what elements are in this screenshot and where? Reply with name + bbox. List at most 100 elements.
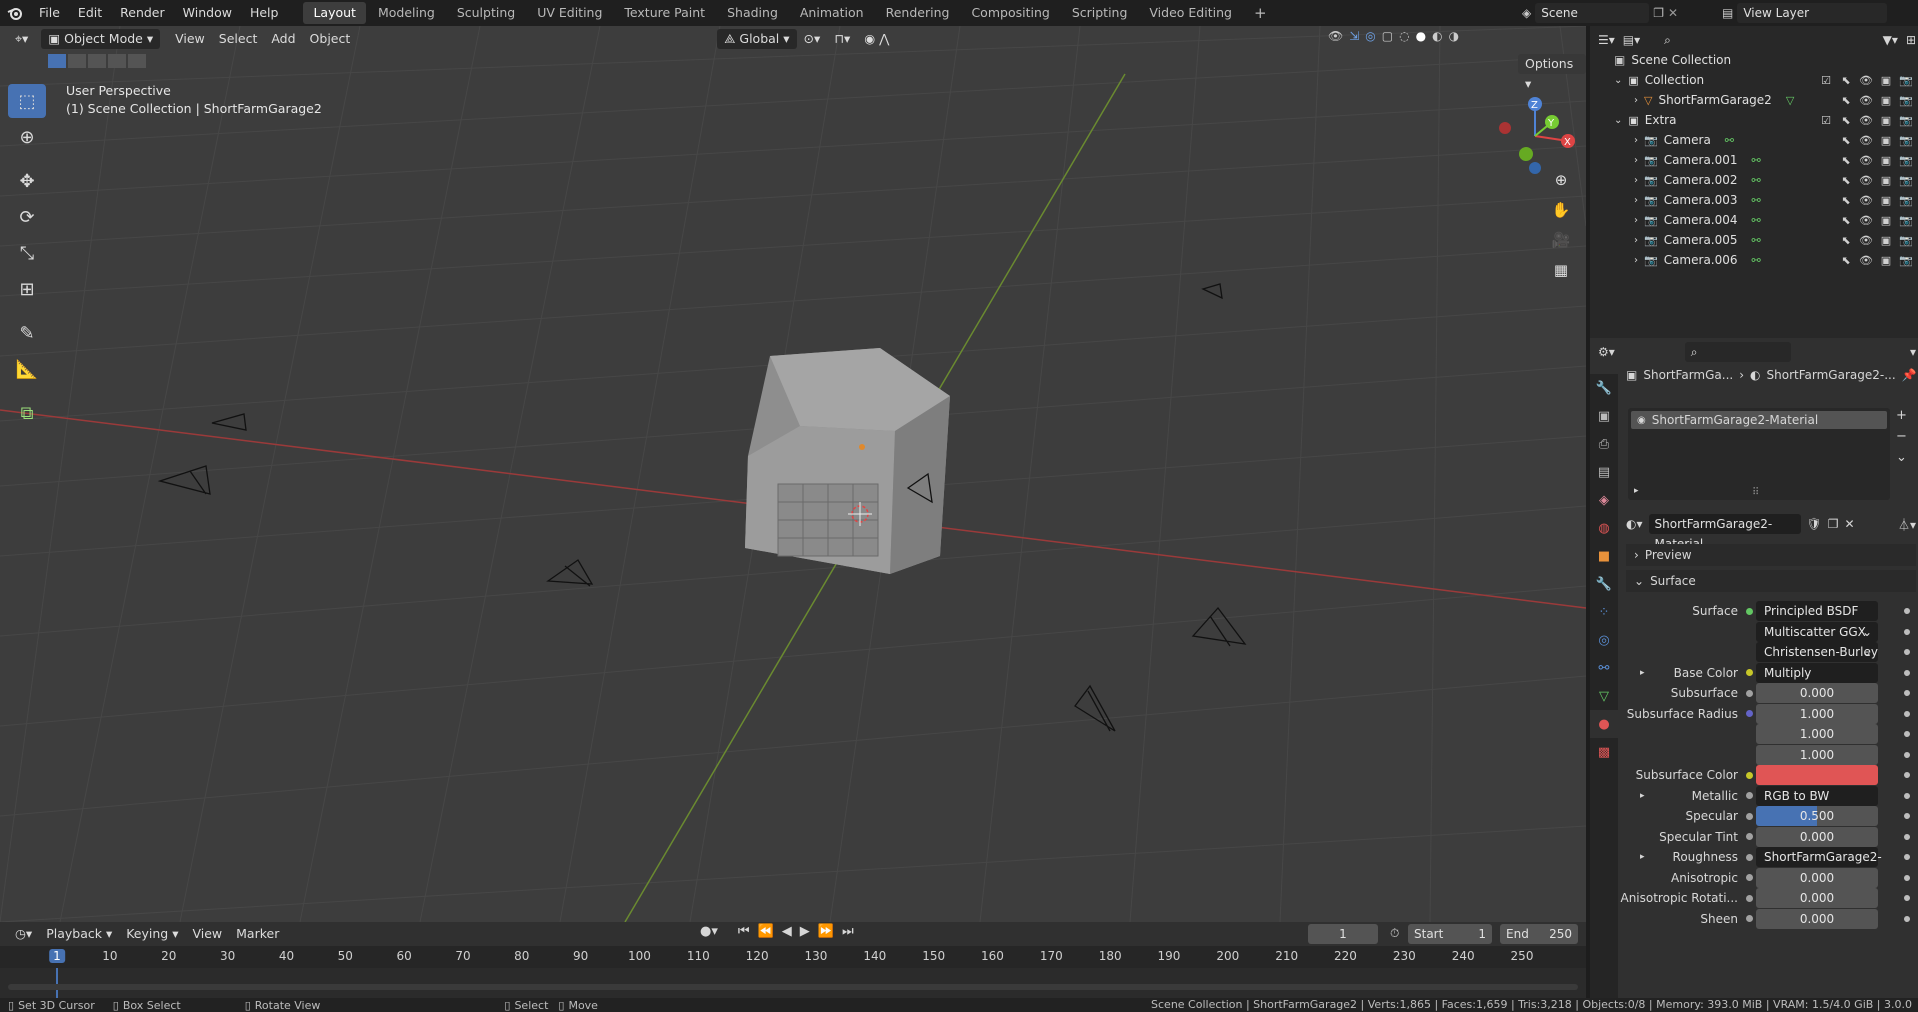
- socket-dot-icon[interactable]: [1746, 607, 1753, 615]
- camera-data-icon[interactable]: ⚯: [1752, 174, 1761, 187]
- timeline-menu-keying[interactable]: Keying ▾: [119, 924, 185, 944]
- collapse-arrow-icon[interactable]: ⌄: [1614, 75, 1622, 86]
- property-field[interactable]: Principled BSDF: [1756, 601, 1878, 621]
- property-field[interactable]: 1.000: [1756, 744, 1878, 765]
- editor-type-button[interactable]: ⌖▾: [8, 29, 35, 49]
- visibility-eye-icon[interactable]: 👁: [1858, 74, 1874, 87]
- scene-close-icon[interactable]: ✕: [1668, 6, 1678, 20]
- socket-dot-icon[interactable]: [1746, 771, 1753, 779]
- exclude-checkbox-icon[interactable]: ☑: [1818, 74, 1834, 87]
- camera-view-icon[interactable]: 🎥: [1547, 226, 1575, 254]
- resize-handle-icon[interactable]: ⠿: [1752, 487, 1759, 498]
- record-icon[interactable]: ●▾: [700, 924, 718, 939]
- visibility-eye-icon[interactable]: 👁: [1858, 134, 1874, 147]
- particles-tab-icon[interactable]: ⁘: [1590, 598, 1618, 626]
- cursor-tool-icon[interactable]: ⊕: [8, 120, 46, 154]
- socket-dot-icon[interactable]: [1746, 853, 1753, 861]
- exclude-checkbox-icon[interactable]: ☑: [1818, 114, 1834, 127]
- selectable-icon[interactable]: ⬉: [1838, 134, 1854, 147]
- expand-input-icon[interactable]: ▸: [1640, 791, 1645, 801]
- visibility-eye-icon[interactable]: 👁: [1858, 254, 1874, 267]
- camera-data-icon[interactable]: ⚯: [1725, 134, 1734, 147]
- keyframe-dot-icon[interactable]: [1904, 690, 1910, 696]
- scale-tool-icon[interactable]: ⤡: [8, 236, 46, 270]
- mesh-data-icon[interactable]: ▽: [1786, 94, 1794, 107]
- outliner-search-input[interactable]: ⌕: [1658, 30, 1779, 50]
- outliner-root[interactable]: ▣ Scene Collection: [1590, 50, 1918, 70]
- zoom-icon[interactable]: ⊕: [1547, 166, 1575, 194]
- expand-arrow-icon[interactable]: ›: [1634, 155, 1638, 166]
- render-disable-icon[interactable]: 📷: [1898, 194, 1914, 207]
- browse-material-icon[interactable]: ◐▾: [1626, 517, 1643, 531]
- render-disable-icon[interactable]: 📷: [1898, 214, 1914, 227]
- view-layer-field[interactable]: View Layer: [1737, 3, 1888, 23]
- output-tab-icon[interactable]: ⎙: [1590, 430, 1618, 458]
- keyframe-dot-icon[interactable]: [1904, 751, 1910, 758]
- snap-icon[interactable]: ⊓▾: [827, 29, 857, 49]
- play-reverse-icon[interactable]: ◀: [782, 924, 792, 939]
- select-set-icon[interactable]: [48, 54, 66, 68]
- expand-list-icon[interactable]: ▸: [1634, 486, 1639, 496]
- mode-dropdown[interactable]: ▣ Object Mode ▾: [41, 29, 161, 49]
- socket-dot-icon[interactable]: [1746, 894, 1753, 902]
- tab-shading[interactable]: Shading: [717, 2, 788, 24]
- expand-input-icon[interactable]: ▸: [1640, 668, 1645, 678]
- viewport-disable-icon[interactable]: ▣: [1878, 254, 1894, 267]
- view-layer-icon[interactable]: ▤: [1722, 6, 1733, 20]
- playhead-line[interactable]: [56, 968, 58, 998]
- physics-tab-icon[interactable]: ◎: [1590, 626, 1618, 654]
- keyframe-dot-icon[interactable]: [1904, 649, 1910, 655]
- render-disable-icon[interactable]: 📷: [1898, 234, 1914, 247]
- filter-icon[interactable]: ▼▾: [1883, 33, 1898, 47]
- visibility-icon[interactable]: 👁: [1328, 29, 1343, 43]
- render-disable-icon[interactable]: 📷: [1898, 134, 1914, 147]
- expand-arrow-icon[interactable]: ›: [1634, 95, 1638, 106]
- gizmo-icon[interactable]: ⇲: [1349, 29, 1359, 43]
- select-subtract-icon[interactable]: [88, 54, 106, 68]
- select-intersect-icon[interactable]: [128, 54, 146, 68]
- camera-data-icon[interactable]: ⚯: [1752, 214, 1761, 227]
- outliner-editor-icon[interactable]: ☰▾: [1598, 33, 1615, 47]
- socket-dot-icon[interactable]: [1746, 669, 1753, 676]
- new-collection-icon[interactable]: ⊞: [1906, 33, 1916, 47]
- keyframe-dot-icon[interactable]: [1904, 915, 1910, 922]
- expand-arrow-icon[interactable]: ›: [1634, 195, 1638, 206]
- preview-range-icon[interactable]: ⏱: [1390, 926, 1399, 941]
- selectable-icon[interactable]: ⬉: [1838, 254, 1854, 267]
- keyframe-dot-icon[interactable]: [1904, 731, 1910, 737]
- material-tab-icon[interactable]: ●: [1590, 710, 1618, 738]
- tab-uv-editing[interactable]: UV Editing: [527, 2, 612, 24]
- end-frame-field[interactable]: End 250: [1500, 924, 1578, 944]
- timeline-menu-marker[interactable]: Marker: [229, 924, 286, 944]
- expand-arrow-icon[interactable]: ›: [1634, 135, 1638, 146]
- visibility-eye-icon[interactable]: 👁: [1858, 94, 1874, 107]
- viewport-disable-icon[interactable]: ▣: [1878, 234, 1894, 247]
- socket-dot-icon[interactable]: [1746, 874, 1753, 881]
- camera-data-icon[interactable]: ⚯: [1752, 234, 1761, 247]
- prev-keyframe-icon[interactable]: ⏪: [758, 924, 774, 939]
- texture-tab-icon[interactable]: ▩: [1590, 738, 1618, 766]
- menu-file[interactable]: File: [30, 0, 69, 26]
- expand-arrow-icon[interactable]: ›: [1634, 215, 1638, 226]
- visibility-eye-icon[interactable]: 👁: [1858, 234, 1874, 247]
- keyframe-dot-icon[interactable]: [1904, 792, 1910, 799]
- camera-data-icon[interactable]: ⚯: [1752, 194, 1761, 207]
- property-field[interactable]: Multiply: [1756, 662, 1878, 683]
- menu-render[interactable]: Render: [111, 0, 174, 26]
- expand-arrow-icon[interactable]: ›: [1634, 175, 1638, 186]
- viewport-disable-icon[interactable]: ▣: [1878, 134, 1894, 147]
- current-frame-field[interactable]: 1: [1308, 924, 1378, 944]
- outliner-row[interactable]: › 📷 Camera.003 ⚯ ⬉ 👁 ▣ 📷: [1590, 190, 1918, 210]
- vp-menu-view[interactable]: View: [168, 29, 212, 49]
- proportional-edit-icon[interactable]: ◉ ⋀: [857, 29, 896, 49]
- expand-arrow-icon[interactable]: ›: [1634, 255, 1638, 266]
- display-mode-icon[interactable]: ▤▾: [1623, 33, 1640, 47]
- socket-dot-icon[interactable]: [1746, 689, 1753, 697]
- timeline-menu-view[interactable]: View: [185, 924, 229, 944]
- timeline-scrollbar[interactable]: [8, 984, 1578, 990]
- visibility-eye-icon[interactable]: 👁: [1858, 154, 1874, 167]
- duplicate-material-icon[interactable]: ❐: [1828, 517, 1839, 531]
- slot-specials-icon[interactable]: ⌄: [1896, 450, 1907, 465]
- next-keyframe-icon[interactable]: ⏩: [818, 924, 834, 939]
- property-field[interactable]: 0.000: [1756, 908, 1878, 929]
